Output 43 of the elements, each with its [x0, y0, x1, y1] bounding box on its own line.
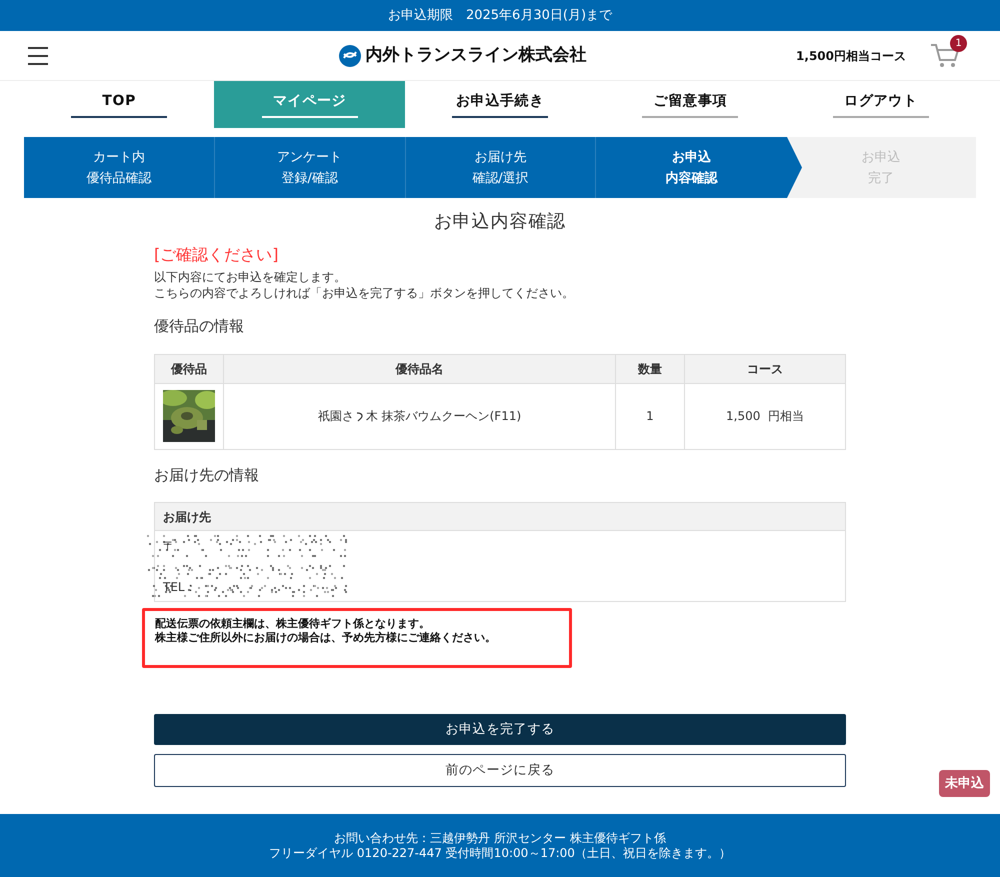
step-label: カート内 — [92, 148, 145, 166]
tab-label: お申込手続き — [452, 91, 548, 118]
back-button[interactable]: 前のページに戻る — [154, 754, 846, 787]
status-badge: 未申込 — [939, 770, 990, 797]
address-line: 〒 — [163, 539, 176, 554]
section-heading: お届け先の情報 — [154, 464, 260, 486]
column-header: 優待品 — [154, 354, 224, 383]
tab-label: ご留意事項 — [642, 91, 738, 118]
column-header: コース — [684, 354, 846, 383]
step-label: 確認/選択 — [472, 170, 529, 188]
product-name: 祇園さ — [318, 408, 354, 425]
logo-icon — [338, 44, 362, 68]
tab-label: ログアウト — [832, 91, 929, 118]
menu-icon[interactable] — [28, 46, 48, 66]
step-label: お届け先 — [474, 148, 526, 166]
column-header: 数量 — [616, 354, 684, 383]
delivery-header: お届け先 — [155, 503, 845, 531]
step-label: 優待品確認 — [86, 170, 152, 188]
page-title: お申込内容確認 — [432, 210, 568, 234]
warning-text: 株主様ご住所以外にお届けの場合は、予め先方様にご連絡ください。 — [155, 631, 497, 645]
submit-button[interactable]: お申込を完了する — [154, 714, 846, 745]
footer-text: フリーダイヤル 0120-227-447 受付時間10:00～17:00（土日、祝日を除きます。） — [269, 846, 731, 860]
table-cell: 1,500 円相当 — [684, 383, 846, 449]
tab-label: TOP — [71, 91, 168, 118]
table-cell: 1 — [616, 383, 684, 449]
notice-text: 以下内容にてお申込を確定します。 — [154, 269, 347, 285]
company-logo-text: 内外トランスライン株式会社 — [366, 44, 587, 67]
product-name: 木 抹茶バウムクーヘン(F11) — [366, 408, 522, 425]
step-label: 登録/確認 — [282, 170, 338, 188]
deadline-bar: お申込期限 2025年6月30日(月)まで — [0, 0, 1000, 31]
footer-text: お問い合わせ先：三越伊勢丹 所沢センター 株主優待ギフト係 — [334, 830, 666, 846]
step-label: アンケート — [277, 148, 342, 166]
section-heading: 優待品の情報 — [154, 316, 245, 337]
cart-count-badge: 1 — [950, 34, 967, 52]
step-label: 内容確認 — [665, 170, 718, 188]
column-header: 優待品名 — [224, 354, 616, 383]
tab-label: マイページ — [262, 91, 358, 118]
step-label: お申込 — [672, 148, 711, 166]
course-label: 1,500円相当コース — [796, 48, 906, 64]
warning-text: 配送伝票の依頼主欄は、株主優待ギフト係となります。 — [155, 617, 431, 631]
notice-heading: [ご確認ください] — [154, 244, 280, 266]
iteration-mark-icon — [356, 410, 364, 422]
notice-text: こちらの内容でよろしければ「お申込を完了する」ボタンを押してください。 — [154, 285, 575, 301]
